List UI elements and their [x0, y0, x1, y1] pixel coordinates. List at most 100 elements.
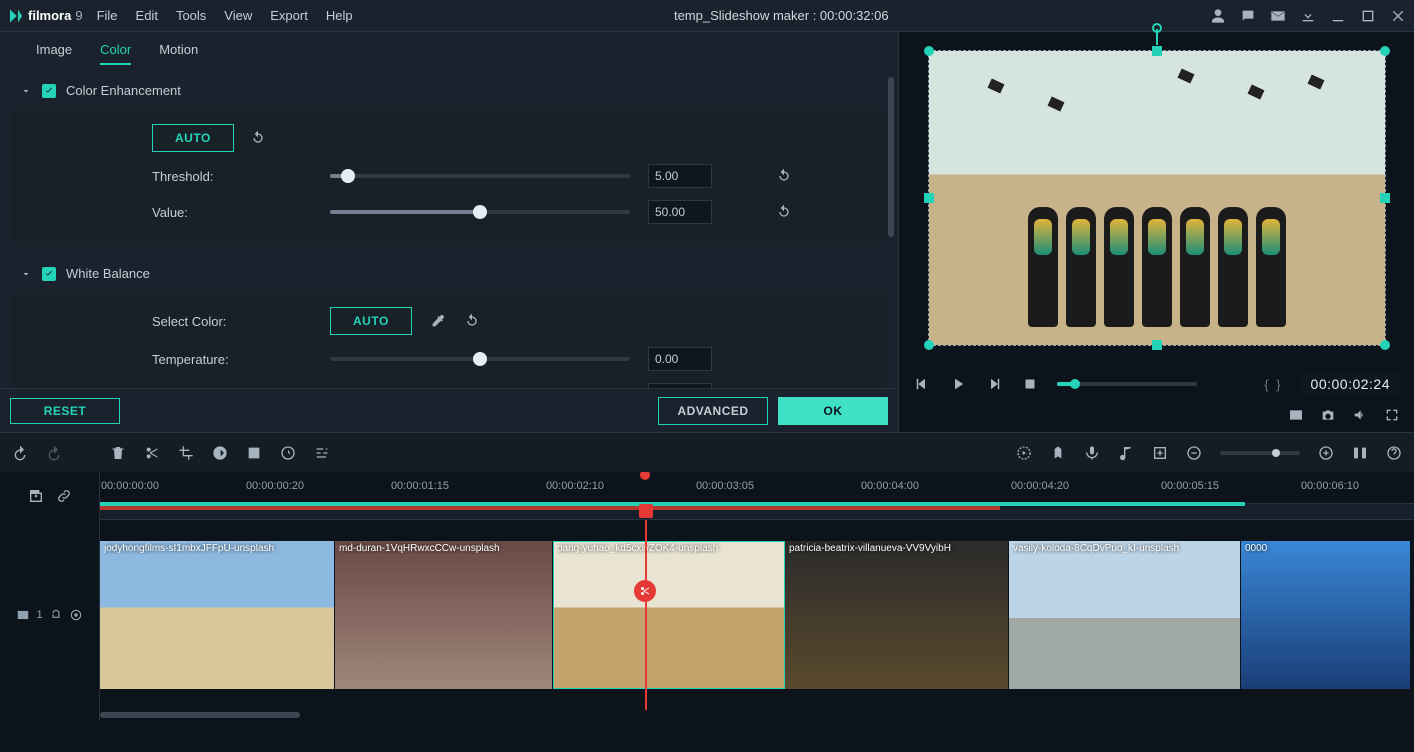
timeline-ruler[interactable]: 00:00:00:00 00:00:00:20 00:00:01:15 00:00:0… — [100, 472, 1414, 520]
auto-button-white-balance[interactable]: AUTO — [330, 307, 412, 335]
speed-icon[interactable] — [212, 445, 228, 461]
clip[interactable]: 0000 — [1241, 541, 1411, 689]
stop-icon[interactable] — [1021, 375, 1039, 393]
volume-slider[interactable] — [1057, 382, 1197, 386]
clip[interactable]: vasily-koloda-8CqDvPuo_kI-unsplash — [1009, 541, 1241, 689]
user-icon[interactable] — [1210, 8, 1226, 24]
menu-view[interactable]: View — [224, 8, 252, 23]
redo-icon[interactable] — [46, 445, 62, 461]
zoom-in-icon[interactable] — [1318, 445, 1334, 461]
voiceover-icon[interactable] — [1084, 445, 1100, 461]
reset-icon[interactable] — [250, 130, 266, 146]
preview-time: 00:00:02:24 — [1301, 372, 1400, 396]
eyedropper-icon[interactable] — [430, 313, 446, 329]
tint-input[interactable] — [648, 383, 712, 388]
panel-scrollbar[interactable] — [888, 77, 894, 388]
reset-button[interactable]: RESET — [10, 398, 120, 424]
reset-icon[interactable] — [464, 313, 480, 329]
zoom-out-icon[interactable] — [1186, 445, 1202, 461]
clip[interactable]: pang-yuhao_kd5cxwZOK4-unsplash — [553, 541, 785, 689]
menu-help[interactable]: Help — [326, 8, 353, 23]
mark-braces[interactable]: { } — [1264, 377, 1282, 392]
section-color-enhancement-head[interactable]: Color Enhancement — [12, 77, 886, 110]
checkbox-white-balance[interactable] — [42, 267, 56, 281]
clip[interactable]: jodyhongfilms-sI1mbxJFFpU-unsplash — [100, 541, 335, 689]
download-icon[interactable] — [1300, 8, 1316, 24]
menu-export[interactable]: Export — [270, 8, 308, 23]
color-icon[interactable] — [246, 445, 262, 461]
tab-motion[interactable]: Motion — [159, 42, 198, 65]
snapshot-icon[interactable] — [1320, 407, 1336, 423]
menu-edit[interactable]: Edit — [136, 8, 158, 23]
tabs: Image Color Motion — [0, 32, 898, 65]
split-icon[interactable] — [144, 445, 160, 461]
reset-icon[interactable] — [776, 204, 792, 220]
fullscreen-icon[interactable] — [1384, 407, 1400, 423]
clock-icon[interactable] — [280, 445, 296, 461]
maximize-icon[interactable] — [1360, 8, 1376, 24]
ruler-tick: 00:00:06:10 — [1301, 480, 1359, 492]
advanced-button[interactable]: ADVANCED — [658, 397, 768, 425]
value-label: Value: — [152, 205, 312, 220]
section-title: Color Enhancement — [66, 83, 181, 98]
value-input[interactable] — [648, 200, 712, 224]
ok-button[interactable]: OK — [778, 397, 888, 425]
crop-icon[interactable] — [178, 445, 194, 461]
value-slider[interactable] — [330, 210, 630, 214]
adjust-icon[interactable] — [314, 445, 330, 461]
add-clip-icon[interactable] — [28, 488, 44, 504]
clip[interactable]: md-duran-1VqHRwxcCCw-unsplash — [335, 541, 553, 689]
titlebar-actions — [1210, 8, 1406, 24]
ruler-tick: 00:00:00:00 — [101, 480, 159, 492]
zoom-slider[interactable] — [1220, 451, 1300, 455]
threshold-slider[interactable] — [330, 174, 630, 178]
preview-canvas[interactable] — [929, 51, 1385, 345]
section-white-balance-head[interactable]: White Balance — [12, 260, 886, 293]
threshold-input[interactable] — [648, 164, 712, 188]
split-marker[interactable] — [634, 580, 656, 602]
threshold-label: Threshold: — [152, 169, 312, 184]
minimize-icon[interactable] — [1330, 8, 1346, 24]
close-icon[interactable] — [1390, 8, 1406, 24]
video-track[interactable]: jodyhongfilms-sI1mbxJFFpU-unsplash md-dur… — [100, 520, 1414, 710]
link-icon[interactable] — [56, 488, 72, 504]
quality-icon[interactable] — [1288, 407, 1304, 423]
menu-tools[interactable]: Tools — [176, 8, 206, 23]
help-icon[interactable] — [1386, 445, 1402, 461]
mail-icon[interactable] — [1270, 8, 1286, 24]
auto-button-color-enhancement[interactable]: AUTO — [152, 124, 234, 152]
marker-icon[interactable] — [1050, 445, 1066, 461]
ruler-tick: 00:00:05:15 — [1161, 480, 1219, 492]
ruler-tick: 00:00:00:20 — [246, 480, 304, 492]
clip-label: md-duran-1VqHRwxcCCw-unsplash — [339, 543, 548, 554]
menu-file[interactable]: File — [97, 8, 118, 23]
volume-icon[interactable] — [1352, 407, 1368, 423]
reset-icon[interactable] — [776, 168, 792, 184]
checkbox-color-enhancement[interactable] — [42, 84, 56, 98]
playhead[interactable] — [645, 520, 647, 710]
ruler-tick: 00:00:01:15 — [391, 480, 449, 492]
track-head[interactable]: 1 — [0, 520, 99, 710]
prev-frame-icon[interactable] — [913, 375, 931, 393]
edit-footer: RESET ADVANCED OK — [0, 388, 898, 432]
audio-mixer-icon[interactable] — [1118, 445, 1134, 461]
undo-icon[interactable] — [12, 445, 28, 461]
clip-label: pang-yuhao_kd5cxwZOK4-unsplash — [557, 543, 780, 554]
tab-image[interactable]: Image — [36, 42, 72, 65]
chevron-down-icon — [20, 268, 32, 280]
timeline-h-scroll[interactable] — [100, 710, 1414, 720]
add-track-icon[interactable] — [1152, 445, 1168, 461]
play-icon[interactable] — [949, 375, 967, 393]
logo-icon — [8, 8, 24, 24]
tab-color[interactable]: Color — [100, 42, 131, 65]
next-frame-icon[interactable] — [985, 375, 1003, 393]
zoom-fit-icon[interactable] — [1352, 445, 1368, 461]
temperature-slider[interactable] — [330, 357, 630, 361]
temperature-input[interactable] — [648, 347, 712, 371]
tint-label: Tint: — [152, 388, 312, 389]
clip[interactable]: patricia-beatrix-villanueva-VV9VyibH — [785, 541, 1009, 689]
feedback-icon[interactable] — [1240, 8, 1256, 24]
delete-icon[interactable] — [110, 445, 126, 461]
render-icon[interactable] — [1016, 445, 1032, 461]
timeline-toolbar — [0, 432, 1414, 472]
